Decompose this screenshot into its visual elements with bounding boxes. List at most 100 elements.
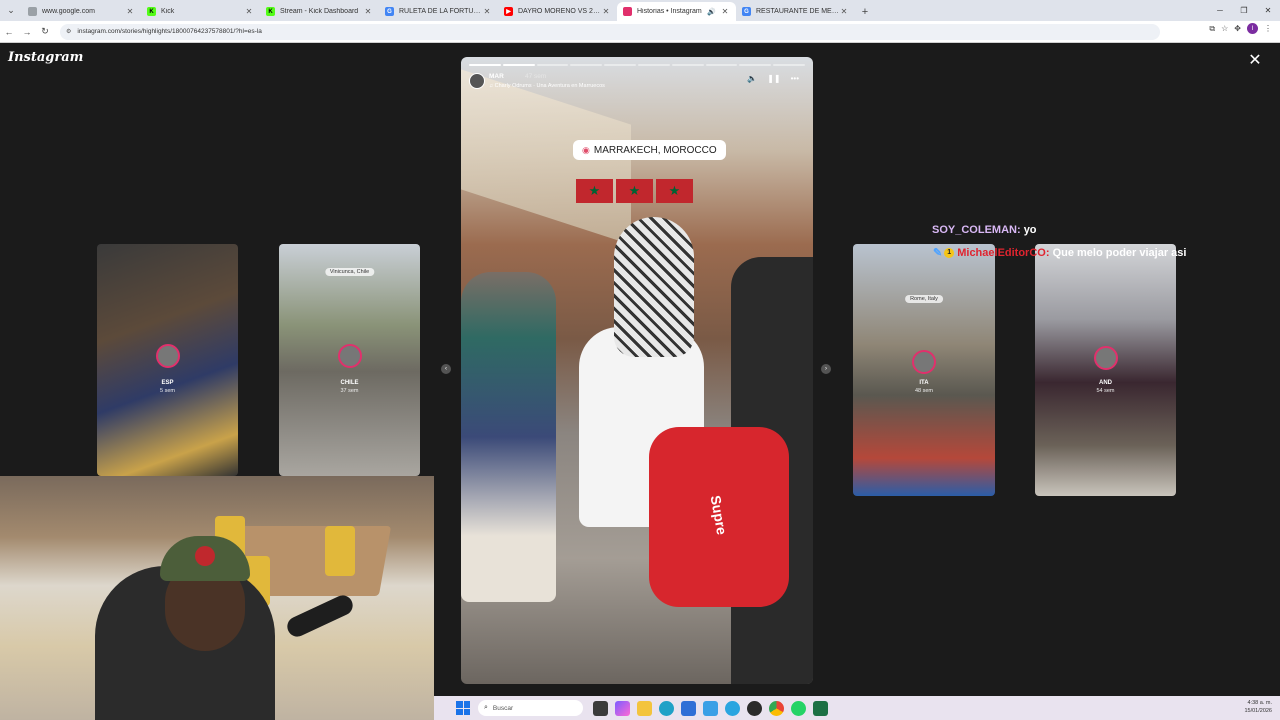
story-age: 5 sem: [160, 388, 175, 394]
close-viewer-icon[interactable]: ✕: [1246, 52, 1264, 70]
tab-audio-icon[interactable]: 🔊: [707, 8, 716, 16]
tab-4[interactable]: ▶ DAYRO MORENO VS 20 MUJE ✕: [498, 2, 617, 21]
mute-icon[interactable]: 🔈: [747, 74, 757, 83]
story-music-label[interactable]: ♫ Charly Odrums · Una Aventura en Marrue…: [489, 83, 605, 89]
obs-icon[interactable]: [747, 700, 762, 716]
tab-favicon: G: [385, 7, 394, 16]
profile-avatar[interactable]: I: [1247, 23, 1258, 34]
close-window-icon[interactable]: ✕: [1256, 0, 1280, 21]
browser-menu-icon[interactable]: ⋮: [1264, 24, 1272, 33]
location-sticker[interactable]: ◉ MARRAKECH, MOROCCO: [573, 140, 726, 160]
story-author-username[interactable]: MAR: [489, 73, 504, 80]
progress-segment: [570, 64, 603, 66]
store-icon[interactable]: [681, 700, 696, 716]
tab-favicon: ▶: [504, 7, 513, 16]
story-music-title: Charly Odrums · Una Aventura en Marrueco…: [494, 83, 605, 89]
story-avatar: [1093, 346, 1118, 370]
story-username: ITA: [919, 380, 929, 386]
chat-nickname: SOY_COLEMAN:: [932, 224, 1021, 236]
edge-icon[interactable]: [659, 700, 674, 716]
more-options-icon[interactable]: •••: [791, 74, 799, 83]
progress-segment: [637, 64, 670, 66]
side-story-preview[interactable]: ESP 5 sem: [97, 244, 238, 476]
previous-story-icon[interactable]: ‹: [441, 364, 451, 374]
tab-5[interactable]: Historias • Instagram 🔊 ✕: [617, 2, 736, 21]
tab-close-icon[interactable]: ✕: [720, 7, 730, 16]
subscriber-badge-icon: 1: [944, 248, 955, 259]
tab-close-icon[interactable]: ✕: [482, 7, 492, 16]
bookmark-star-icon[interactable]: ☆: [1221, 24, 1228, 33]
story-avatar: [155, 344, 180, 368]
story-age: 48 sem: [914, 388, 934, 394]
tab-favicon: G: [742, 7, 751, 16]
tab-favicon: [623, 7, 632, 16]
pause-icon[interactable]: ❚❚: [767, 74, 780, 83]
progress-segment: [502, 64, 535, 66]
tab-2[interactable]: K Stream - Kick Dashboard ✕: [260, 2, 379, 21]
side-story-preview[interactable]: Vinicunca, Chile CHILE 37 sem: [279, 244, 420, 476]
chat-message: ✎ 1 MichaelEditorCO: Que melo poder viajar…: [933, 246, 1186, 259]
maximize-icon[interactable]: ❐: [1232, 0, 1256, 21]
microphone: [284, 592, 356, 640]
tab-close-icon[interactable]: ✕: [839, 7, 849, 16]
forward-icon[interactable]: →: [18, 23, 36, 41]
instagram-logo[interactable]: Instagram: [8, 50, 83, 65]
progress-segment: [671, 64, 704, 66]
main-story[interactable]: Supre MAR 47 sem ♫ Charly Odrums · Una A…: [461, 57, 813, 684]
story-age: 54 sem: [1096, 388, 1115, 394]
tab-6[interactable]: G RESTAURANTE DE MESSI EN AI ✕: [736, 2, 855, 21]
side-story-preview[interactable]: Rome, Italy ITA 48 sem: [853, 244, 995, 496]
photos-icon[interactable]: [703, 700, 718, 716]
extensions-icon[interactable]: ✥: [1234, 24, 1241, 33]
tab-1[interactable]: K Kick ✕: [141, 2, 260, 21]
app-icon[interactable]: [725, 700, 740, 716]
story-location-sticker: Vinicunca, Chile: [324, 268, 375, 276]
search-icon: ⌕: [484, 704, 488, 711]
install-app-icon[interactable]: ⧉: [1209, 24, 1215, 34]
tab-close-icon[interactable]: ✕: [244, 7, 254, 16]
window-controls: ─ ❐ ✕: [1208, 0, 1280, 21]
excel-icon[interactable]: [813, 700, 828, 716]
tab-close-icon[interactable]: ✕: [363, 7, 373, 16]
story-controls: 🔈 ❚❚ •••: [747, 74, 799, 83]
tab-favicon: K: [147, 7, 156, 16]
morocco-flag-icon: ★: [576, 179, 613, 203]
tab-search-icon[interactable]: ⌄: [0, 0, 22, 21]
webcam-chair: [325, 526, 355, 576]
side-story-preview[interactable]: AND 54 sem: [1035, 244, 1176, 496]
taskbar-search[interactable]: ⌕ Buscar: [478, 700, 583, 716]
whatsapp-icon[interactable]: [791, 700, 806, 716]
tab-close-icon[interactable]: ✕: [601, 7, 611, 16]
tab-3[interactable]: G RULETA DE LA FORTUNA - S ✕: [379, 2, 498, 21]
tab-favicon: [28, 7, 37, 16]
minimize-icon[interactable]: ─: [1208, 0, 1232, 21]
address-bar-actions: ⧉ ☆ ✥ I ⋮: [1209, 23, 1272, 34]
tab-title: RESTAURANTE DE MESSI EN AI: [756, 8, 839, 15]
story-location-sticker: Rome, Italy: [905, 295, 943, 303]
tab-close-icon[interactable]: ✕: [125, 7, 135, 16]
url-field[interactable]: ⚙ instagram.com/stories/highlights/18000…: [60, 23, 1160, 40]
tab-title: www.google.com: [42, 8, 95, 15]
back-icon[interactable]: ←: [0, 23, 18, 41]
taskbar-clock[interactable]: 4:38 a. m. 15/01/2026: [1244, 699, 1272, 715]
story-username: CHILE: [340, 380, 359, 386]
task-view-icon[interactable]: [593, 700, 608, 716]
tab-0[interactable]: www.google.com ✕: [22, 2, 141, 21]
windows-start-icon[interactable]: [456, 701, 470, 715]
reload-icon[interactable]: ↻: [36, 23, 54, 41]
story-progress-bars: [469, 64, 805, 66]
file-explorer-icon[interactable]: [637, 700, 652, 716]
next-story-icon[interactable]: ›: [821, 364, 831, 374]
site-info-icon[interactable]: ⚙: [66, 28, 71, 35]
story-author-avatar[interactable]: [469, 73, 485, 89]
new-tab-button[interactable]: +: [855, 2, 875, 21]
address-bar: ← → ↻ ⚙ instagram.com/stories/highlights…: [0, 21, 1280, 43]
tab-favicon: K: [266, 7, 275, 16]
copilot-icon[interactable]: [615, 700, 630, 716]
progress-segment: [705, 64, 738, 66]
editor-badge-icon: ✎: [933, 247, 943, 259]
chrome-icon[interactable]: [769, 700, 784, 716]
man-with-backpack: Supre: [579, 217, 789, 657]
progress-segment: [773, 64, 805, 66]
story-avatar: [337, 344, 362, 368]
